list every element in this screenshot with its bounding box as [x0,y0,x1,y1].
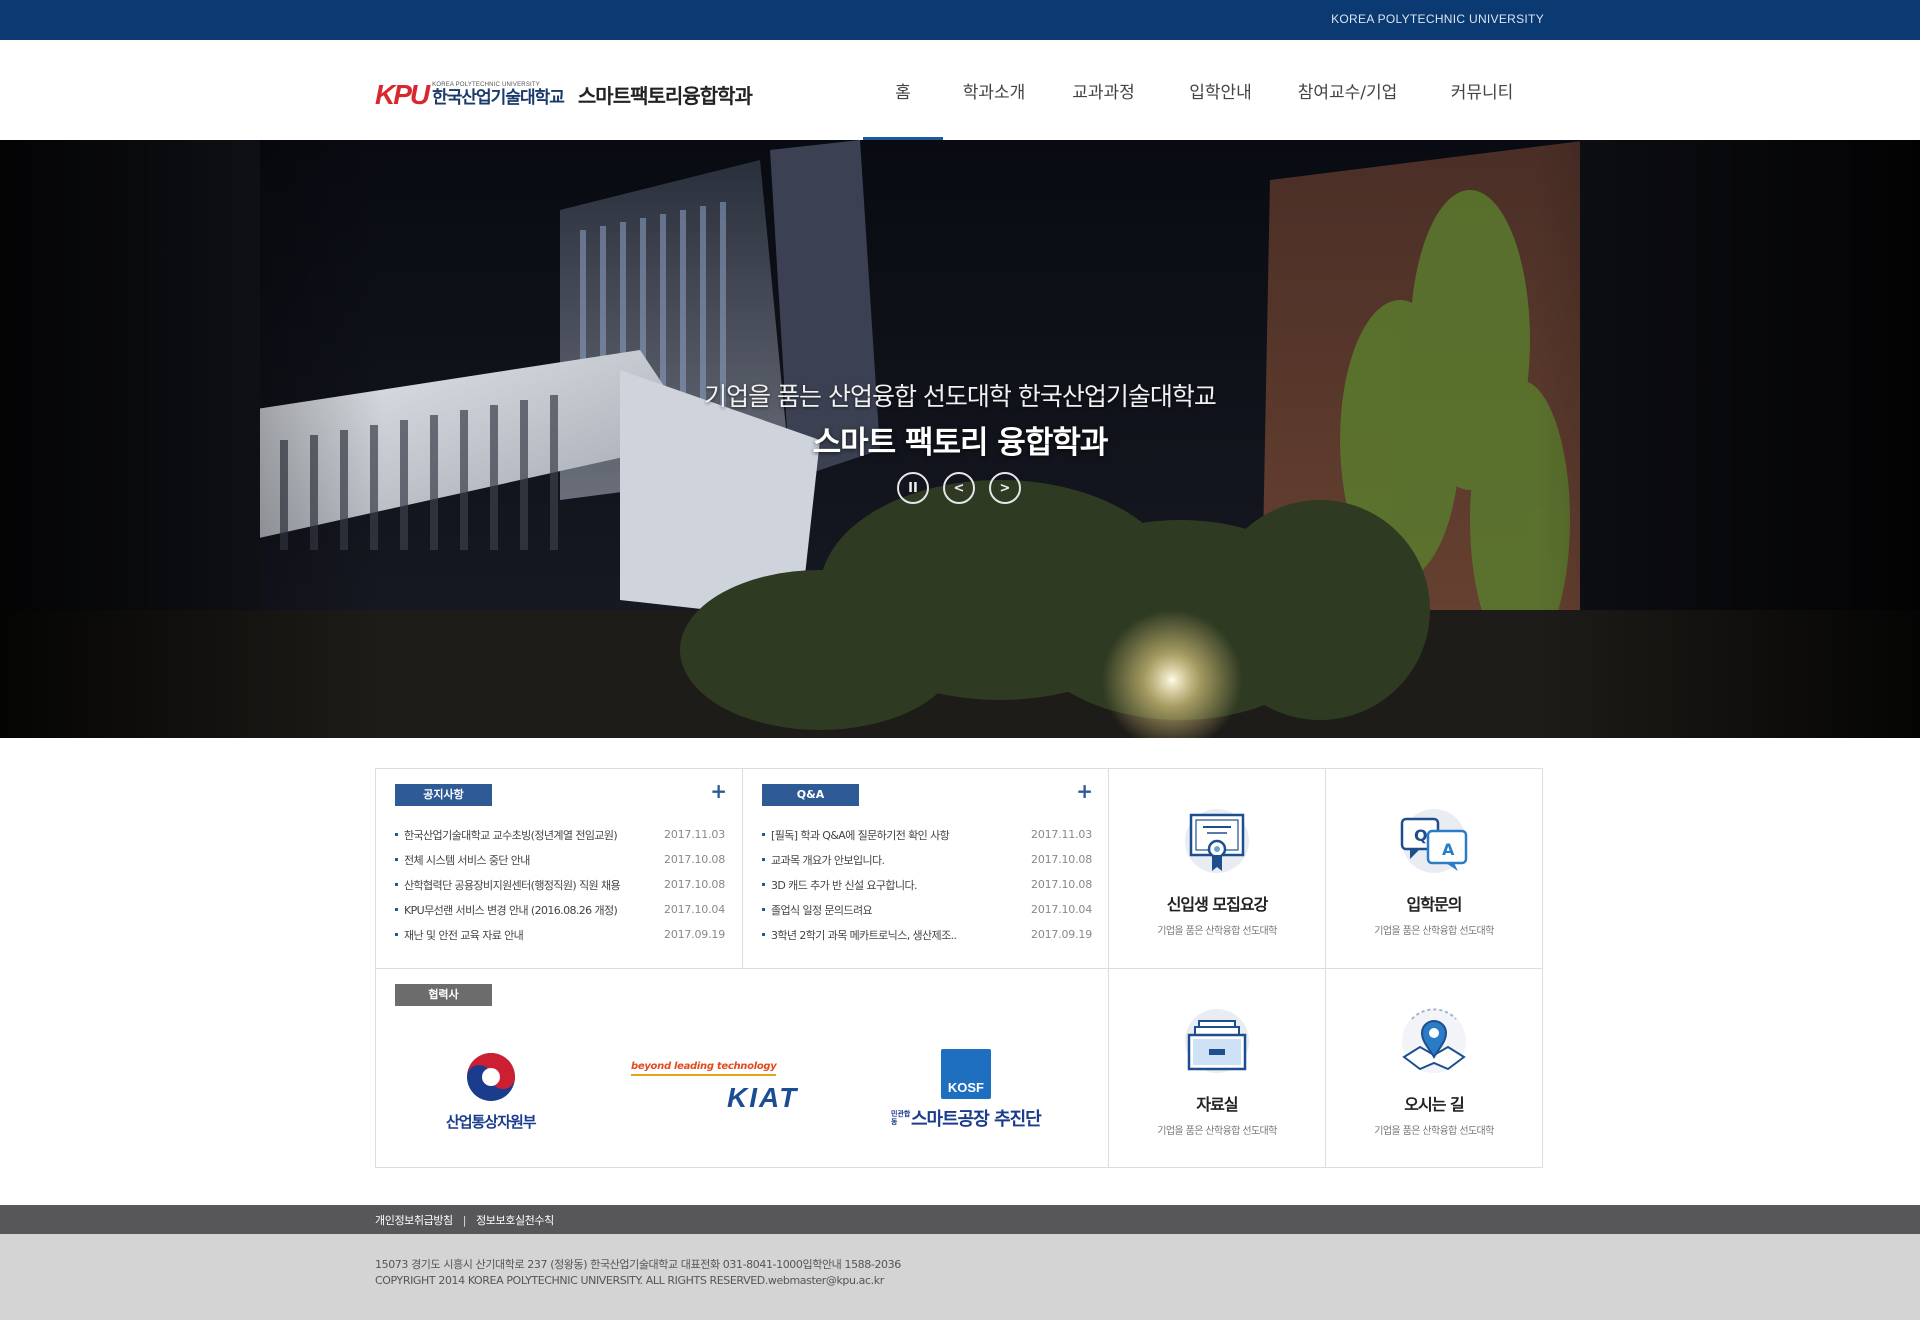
chevron-left-icon: < [953,480,965,496]
nav-item-home[interactable]: 홈 [863,40,943,140]
svg-text:A: A [1442,840,1455,859]
hero-slider: 기업을 품는 산업융합 선도대학 한국산업기술대학교 스마트 팩토리 융합학과 … [0,140,1920,738]
department-name: 스마트팩토리융합학과 [577,84,753,108]
bullet-icon [395,933,398,936]
notice-item[interactable]: 재난 및 안전 교육 자료 안내 2017.09.19 [395,922,725,947]
qa-list: [필독] 학과 Q&A에 질문하기전 확인 사항 2017.11.03 교과목 개… [762,822,1092,947]
logo[interactable]: KPU KOREA POLYTECHNIC UNIVERSITY 한국산업기술대… [375,78,753,110]
kosf-logo[interactable]: KOSF 민관합동 스마트공장 추진단 [891,1049,1042,1131]
notice-item[interactable]: 산학협력단 공용장비지원센터(행정직원) 직원 채용 2017.10.08 [395,872,725,897]
box-subtitle: 기업을 품은 산학융합 선도대학 [1157,1126,1277,1137]
bullet-icon [395,858,398,861]
bullet-icon [395,833,398,836]
notice-item[interactable]: KPU무선랜 서비스 변경 안내 (2016.08.26 개정) 2017.10.… [395,897,725,922]
notice-title: 공지사항 [395,784,492,806]
footer-copyright: COPYRIGHT 2014 KOREA POLYTECHNIC UNIVERS… [375,1274,884,1287]
kosf-name: 스마트공장 추진단 [911,1109,1042,1130]
bullet-icon [395,883,398,886]
kosf-prefix: 민관합동 [891,1110,911,1126]
motie-logo[interactable]: 산업통상자원부 [446,1051,537,1132]
partners-title: 협력사 [395,984,492,1006]
hero-caption-subtitle: 기업을 품는 산업융합 선도대학 한국산업기술대학교 [704,382,1217,411]
certificate-icon [1185,809,1249,873]
privacy-policy-link[interactable]: 개인정보취급방침 [375,1214,453,1227]
slider-controls: II < > [897,472,1021,504]
bullet-icon [762,883,765,886]
notice-panel: 공지사항 + 한국산업기술대학교 교수초빙(정년계열 전임교원) 2017.11.… [376,769,743,969]
pause-button[interactable]: II [897,472,929,504]
box-subtitle: 기업을 품은 산학융합 선도대학 [1157,926,1277,937]
bullet-icon [762,833,765,836]
kiat-logo[interactable]: beyond leading technology KIAT [631,1061,798,1114]
footer-links-bar: 개인정보취급방침 | 정보보호실천수칙 [0,1205,1920,1234]
bullet-icon [762,908,765,911]
separator: | [462,1214,467,1227]
bullet-icon [762,933,765,936]
box-title: 입학문의 [1406,895,1463,914]
hero-caption-title: 스마트 팩토리 융합학과 [812,425,1109,461]
kosf-badge: KOSF [940,1049,991,1099]
box-title: 신입생 모집요강 [1166,895,1269,914]
qa-item[interactable]: 졸업식 일정 문의드려요 2017.10.04 [762,897,1092,922]
nav-item-faculty[interactable]: 참여교수/기업 [1279,40,1416,140]
box-subtitle: 기업을 품은 산학융합 선도대학 [1374,1126,1494,1137]
prev-slide-button[interactable]: < [943,472,975,504]
kpu-logo-mark: KPU [375,78,430,110]
qa-item[interactable]: 교과목 개요가 안보입니다. 2017.10.08 [762,847,1092,872]
map-pin-icon [1402,1008,1466,1073]
kiat-name: KIAT [727,1082,799,1113]
header: KPU KOREA POLYTECHNIC UNIVERSITY 한국산업기술대… [0,40,1920,140]
next-slide-button[interactable]: > [989,472,1021,504]
main-content: 공지사항 + 한국산업기술대학교 교수초빙(정년계열 전임교원) 2017.11.… [375,768,1543,1168]
nav-item-community[interactable]: 커뮤니티 [1416,40,1548,140]
chevron-right-icon: > [999,480,1011,496]
admission-inquiry-box[interactable]: Q A 입학문의 기업을 품은 산학융합 선도대학 [1326,769,1542,969]
logo-korean: 한국산업기술대학교 [432,87,565,108]
bullet-icon [762,858,765,861]
qa-item[interactable]: 3학년 2학기 과목 메카트로닉스, 생산제조.. 2017.09.19 [762,922,1092,947]
footer-address: 15073 경기도 시흥시 산기대학로 237 (정왕동) 한국산업기술대학교 … [375,1258,901,1271]
taegeuk-emblem-icon [466,1053,515,1101]
bullet-icon [395,908,398,911]
archive-box[interactable]: 자료실 기업을 품은 산학융합 선도대학 [1109,969,1326,1167]
motie-name: 산업통상자원부 [446,1113,537,1131]
kiat-tagline: beyond leading technology [631,1061,777,1076]
notice-item[interactable]: 전체 시스템 서비스 중단 안내 2017.10.08 [395,847,725,872]
qa-item[interactable]: 3D 캐드 추가 반 신설 요구합니다. 2017.10.08 [762,872,1092,897]
qa-chat-icon: Q A [1400,809,1468,873]
directions-box[interactable]: 오시는 길 기업을 품은 산학융합 선도대학 [1326,969,1542,1167]
notice-item[interactable]: 한국산업기술대학교 교수초빙(정년계열 전임교원) 2017.11.03 [395,822,725,847]
footer: 15073 경기도 시흥시 산기대학로 237 (정왕동) 한국산업기술대학교 … [0,1234,1920,1320]
top-bar: KOREA POLYTECHNIC UNIVERSITY [0,0,1920,40]
nav-item-curriculum[interactable]: 교과과정 [1045,40,1162,140]
qa-title: Q&A [762,784,859,806]
notice-more-button[interactable]: + [710,781,727,801]
nav-item-about[interactable]: 학과소개 [943,40,1045,140]
security-rules-link[interactable]: 정보보호실천수칙 [476,1214,554,1227]
partners-panel: 협력사 산업통상자원부 beyond leading technology KI… [376,969,1109,1167]
box-title: 오시는 길 [1404,1095,1464,1114]
archive-drawer-icon [1185,1009,1249,1073]
qa-item[interactable]: [필독] 학과 Q&A에 질문하기전 확인 사항 2017.11.03 [762,822,1092,847]
university-name: KOREA POLYTECHNIC UNIVERSITY [1331,12,1544,26]
pause-icon: II [908,480,918,496]
nav-item-admission[interactable]: 입학안내 [1162,40,1279,140]
qa-more-button[interactable]: + [1076,781,1093,801]
box-title: 자료실 [1196,1095,1238,1114]
qa-panel: Q&A + [필독] 학과 Q&A에 질문하기전 확인 사항 2017.11.03… [743,769,1109,969]
main-nav: 홈 학과소개 교과과정 입학안내 참여교수/기업 커뮤니티 [863,40,1548,140]
svg-text:Q: Q [1414,826,1428,845]
admission-guide-box[interactable]: 신입생 모집요강 기업을 품은 산학융합 선도대학 [1109,769,1326,969]
notice-list: 한국산업기술대학교 교수초빙(정년계열 전임교원) 2017.11.03 전체 시… [395,822,725,947]
box-subtitle: 기업을 품은 산학융합 선도대학 [1374,926,1494,937]
